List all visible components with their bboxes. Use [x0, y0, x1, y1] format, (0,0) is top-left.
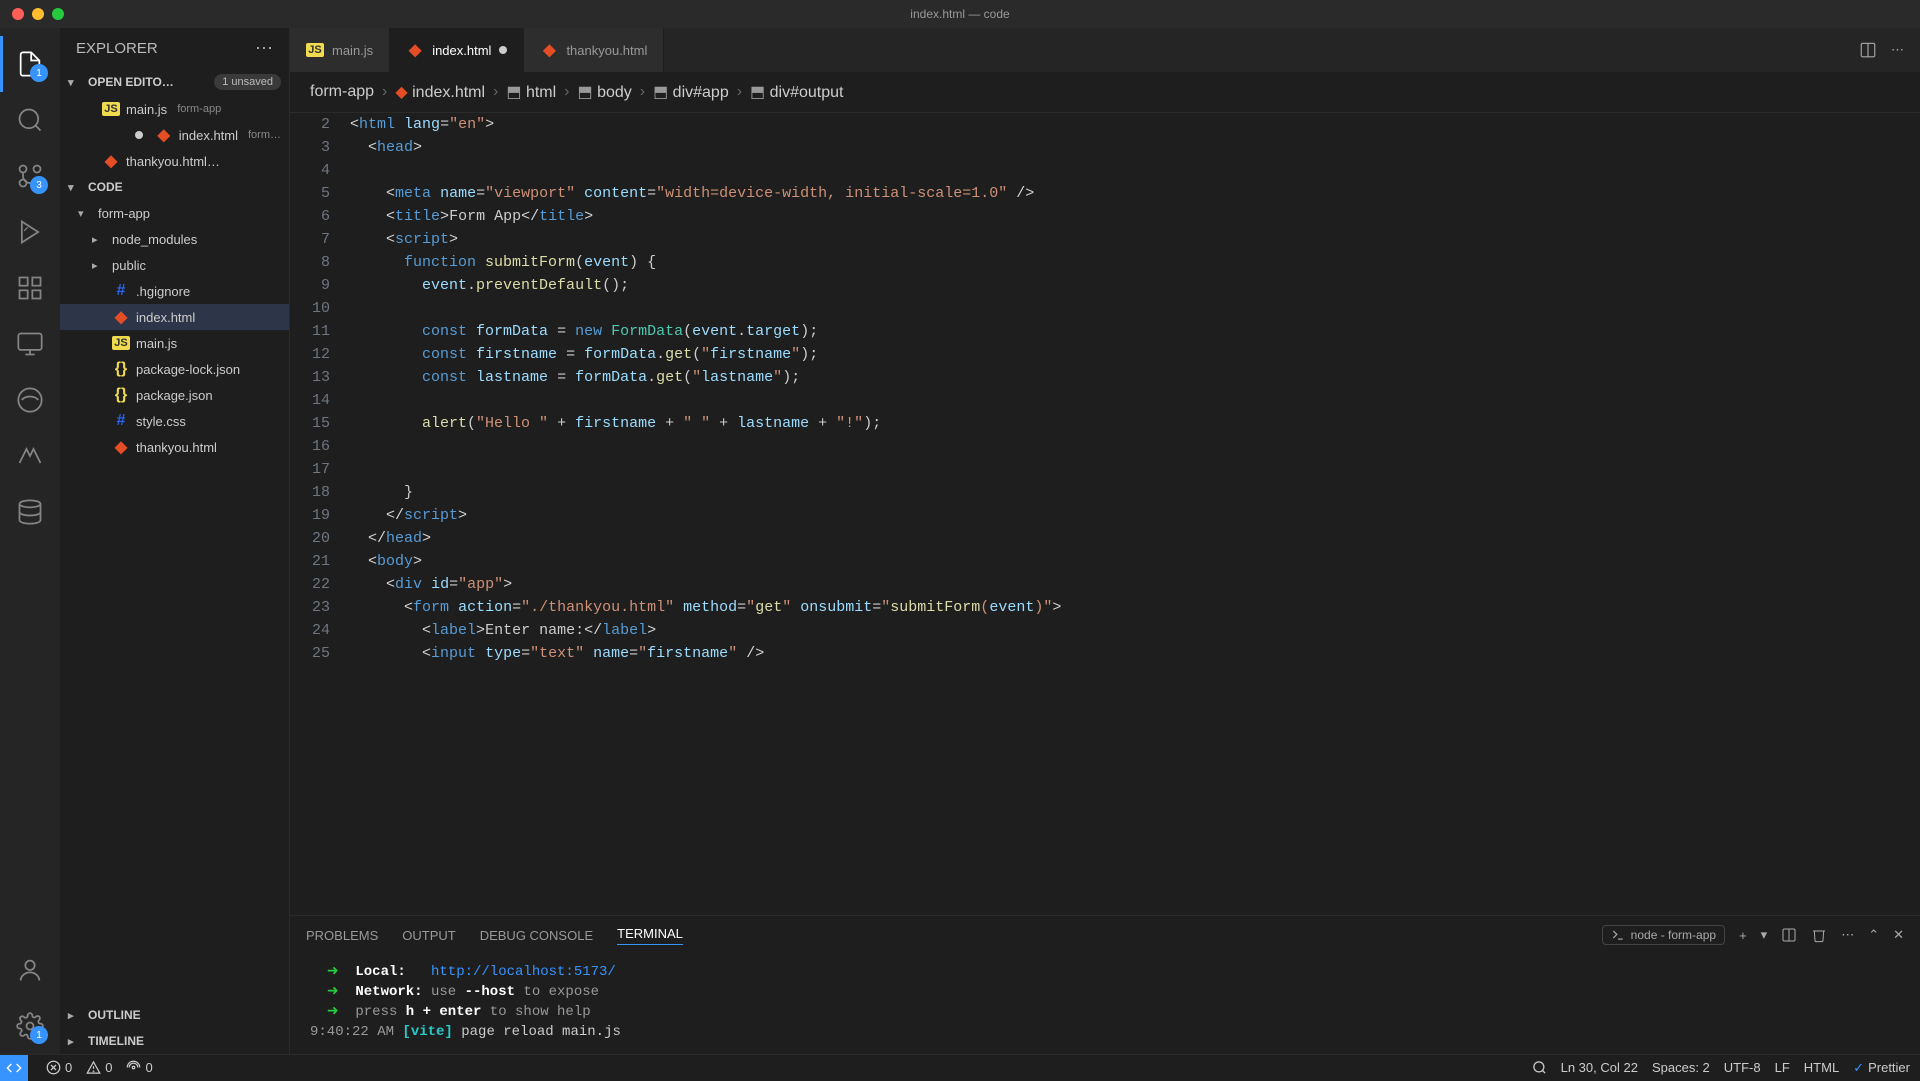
file-tree-item[interactable]: ▸public	[60, 252, 289, 278]
status-cursor[interactable]: Ln 30, Col 22	[1561, 1060, 1638, 1075]
explorer-badge: 1	[30, 64, 48, 82]
breadcrumb-item[interactable]: ⬒ html	[506, 82, 556, 102]
status-encoding[interactable]: UTF-8	[1724, 1060, 1761, 1075]
status-spaces[interactable]: Spaces: 2	[1652, 1060, 1710, 1075]
modified-dot-icon	[499, 46, 507, 54]
remote-indicator[interactable]	[0, 1055, 28, 1081]
panel-tab[interactable]: TERMINAL	[617, 926, 683, 945]
open-editors-header[interactable]: ▾ OPEN EDITO… 1 unsaved	[60, 68, 289, 96]
file-tree-item[interactable]: ◆index.html	[60, 304, 289, 330]
editor-tab[interactable]: ◆ index.html	[390, 28, 524, 72]
panel-more-icon[interactable]: ⋯	[1841, 927, 1854, 943]
activity-accounts[interactable]	[0, 942, 60, 998]
file-tree-item[interactable]: JSmain.js	[60, 330, 289, 356]
file-tree-item[interactable]: #.hgignore	[60, 278, 289, 304]
panel-tab[interactable]: DEBUG CONSOLE	[480, 928, 593, 943]
open-editor-item[interactable]: JS main.js form-app	[60, 96, 289, 122]
activity-settings[interactable]: 1	[0, 998, 60, 1054]
chevron-down-icon: ▾	[68, 181, 82, 194]
file-tree-item[interactable]: {}package-lock.json	[60, 356, 289, 382]
activity-db[interactable]	[0, 484, 60, 540]
terminal-dropdown-icon[interactable]: ▾	[1761, 927, 1768, 943]
terminal-output[interactable]: ➜ Local: http://localhost:5173/ ➜ Networ…	[290, 954, 1920, 1054]
status-formatter[interactable]: ✓ Prettier	[1853, 1060, 1910, 1076]
file-tree-item[interactable]: ▸node_modules	[60, 226, 289, 252]
activity-remote[interactable]	[0, 316, 60, 372]
chevron-right-icon: ›	[640, 83, 645, 101]
chevron-right-icon: ▸	[68, 1035, 82, 1048]
close-panel-icon[interactable]: ✕	[1893, 927, 1904, 943]
chevron-down-icon: ▾	[78, 207, 92, 220]
panel-tab[interactable]: PROBLEMS	[306, 928, 378, 943]
activity-extensions[interactable]	[0, 260, 60, 316]
breadcrumb-item[interactable]: ⬒ div#app	[653, 82, 729, 102]
unsaved-badge: 1 unsaved	[214, 74, 281, 90]
status-zoom[interactable]	[1532, 1060, 1547, 1075]
status-warnings[interactable]: 0	[86, 1060, 112, 1075]
breadcrumb-item[interactable]: form-app	[310, 83, 374, 101]
terminal-process-badge[interactable]: node - form-app	[1602, 925, 1725, 945]
activity-search[interactable]	[0, 92, 60, 148]
modified-dot-icon	[135, 131, 143, 139]
breadcrumbs[interactable]: form-app › ◆ index.html › ⬒ html › ⬒ body › ⬒ di…	[290, 72, 1920, 113]
activity-run[interactable]	[0, 204, 60, 260]
chevron-right-icon: ›	[493, 83, 498, 101]
status-eol[interactable]: LF	[1775, 1060, 1790, 1075]
file-tree-item[interactable]: {}package.json	[60, 382, 289, 408]
window-minimize[interactable]	[32, 8, 44, 20]
open-editor-item[interactable]: ◆ index.html form…	[60, 122, 289, 148]
tabs-row: JS main.js ◆ index.html ◆ thankyou.html …	[290, 28, 1920, 72]
open-editor-item[interactable]: ◆ thankyou.html…	[60, 148, 289, 174]
breadcrumb-item[interactable]: ◆ index.html	[395, 82, 485, 102]
chevron-right-icon: ›	[564, 83, 569, 101]
activity-explorer[interactable]: 1	[0, 36, 60, 92]
split-terminal-icon[interactable]	[1781, 927, 1797, 943]
sidebar-more-icon[interactable]: ⋯	[255, 38, 273, 59]
breadcrumb-item[interactable]: ⬒ div#output	[750, 82, 843, 102]
scm-badge: 3	[30, 176, 48, 194]
more-actions-icon[interactable]: ⋯	[1891, 42, 1904, 58]
panel-tab[interactable]: OUTPUT	[402, 928, 455, 943]
bottom-panel: PROBLEMS OUTPUT DEBUG CONSOLE TERMINAL node…	[290, 915, 1920, 1054]
sidebar-title: EXPLORER	[76, 40, 158, 57]
status-errors[interactable]: 0	[46, 1060, 72, 1075]
code-editor[interactable]: 2345678910111213141516171819202122232425…	[290, 113, 1920, 915]
maximize-panel-icon[interactable]: ⌃	[1868, 927, 1879, 943]
editor-tab[interactable]: JS main.js	[290, 28, 390, 72]
status-ports[interactable]: 0	[126, 1060, 152, 1075]
status-lang[interactable]: HTML	[1804, 1060, 1839, 1075]
workspace-header[interactable]: ▾ CODE	[60, 174, 289, 200]
chevron-right-icon: ›	[382, 83, 387, 101]
chevron-down-icon: ▾	[68, 76, 82, 89]
window-maximize[interactable]	[52, 8, 64, 20]
chevron-right-icon: ›	[737, 83, 742, 101]
editor-tab[interactable]: ◆ thankyou.html	[524, 28, 664, 72]
file-tree-item[interactable]: ◆thankyou.html	[60, 434, 289, 460]
timeline-header[interactable]: ▸ TIMELINE	[60, 1028, 289, 1054]
sidebar: EXPLORER ⋯ ▾ OPEN EDITO… 1 unsaved JS ma…	[60, 28, 290, 1054]
folder-form-app[interactable]: ▾ form-app	[60, 200, 289, 226]
file-tree-item[interactable]: #style.css	[60, 408, 289, 434]
status-bar: 0 0 0 Ln 30, Col 22 Spaces: 2 UTF-8 LF H…	[0, 1054, 1920, 1080]
settings-badge: 1	[30, 1026, 48, 1044]
new-terminal-icon[interactable]: +	[1739, 928, 1747, 943]
split-editor-icon[interactable]	[1859, 41, 1877, 59]
breadcrumb-item[interactable]: ⬒ body	[578, 82, 632, 102]
outline-header[interactable]: ▸ OUTLINE	[60, 1002, 289, 1028]
activity-bar: 1 3	[0, 28, 60, 1054]
activity-scm[interactable]: 3	[0, 148, 60, 204]
titlebar: index.html — code	[0, 0, 1920, 28]
window-close[interactable]	[12, 8, 24, 20]
window-title: index.html — code	[910, 7, 1009, 21]
kill-terminal-icon[interactable]	[1811, 927, 1827, 943]
activity-edge[interactable]	[0, 372, 60, 428]
activity-wallaby[interactable]	[0, 428, 60, 484]
chevron-right-icon: ▸	[68, 1009, 82, 1022]
